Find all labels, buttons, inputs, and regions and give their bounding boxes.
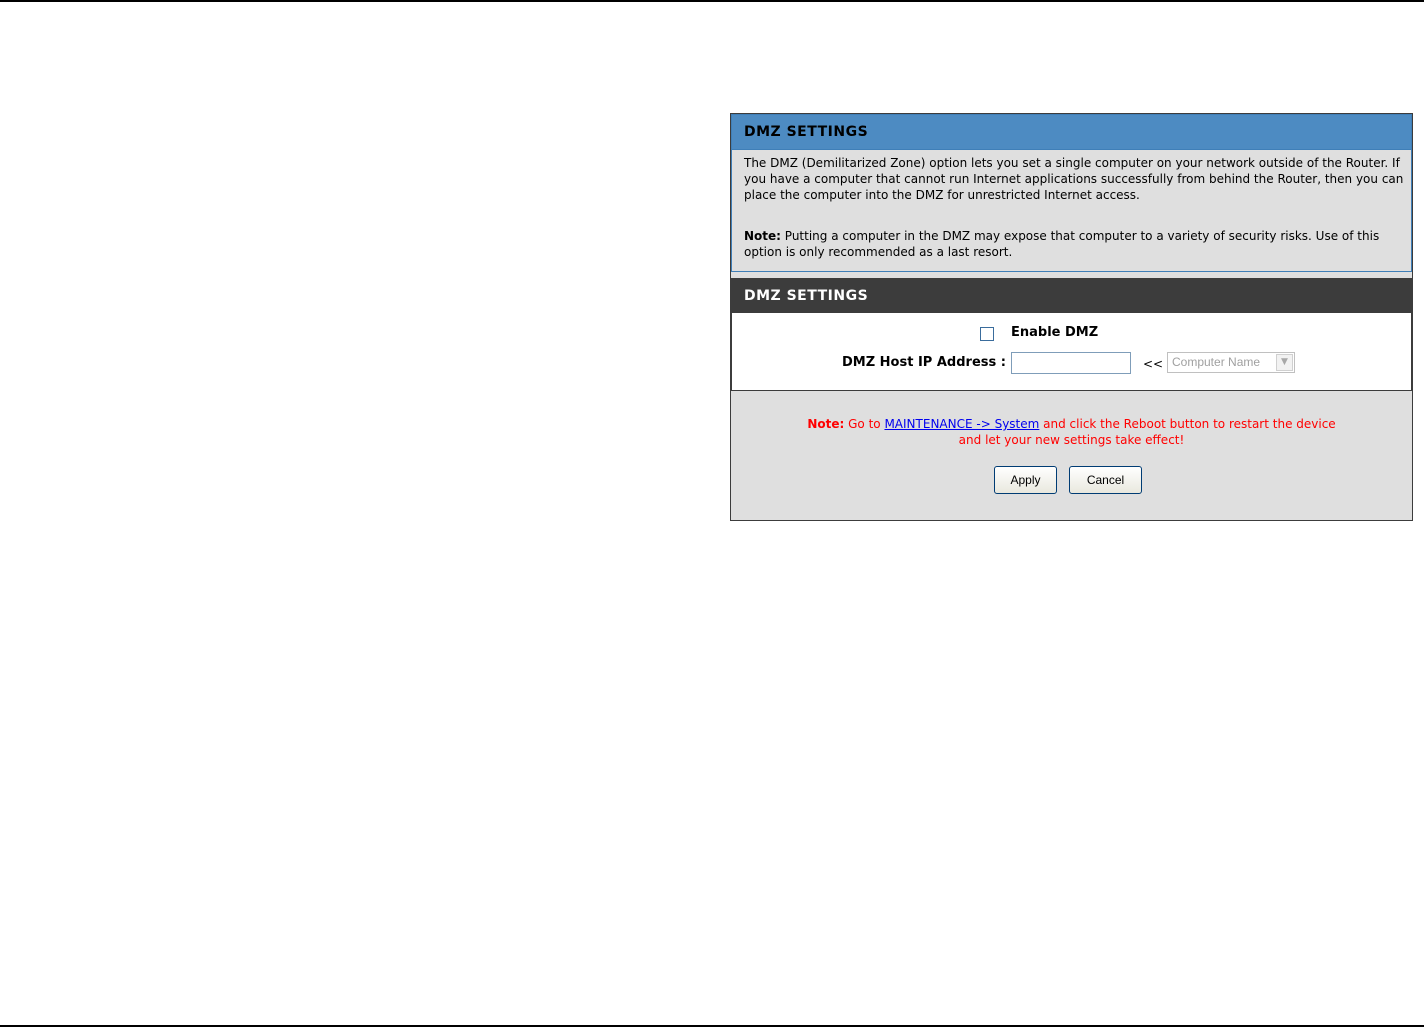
reboot-note-prefix: Go to [848, 417, 881, 431]
info-note: Note: Putting a computer in the DMZ may … [744, 228, 1404, 260]
dmz-host-ip-label: DMZ Host IP Address : [842, 355, 1006, 370]
top-rule [0, 0, 1424, 2]
computer-name-select-value: Computer Name [1172, 355, 1261, 369]
maintenance-system-link[interactable]: MAINTENANCE -> System [884, 417, 1039, 431]
enable-dmz-checkbox[interactable] [980, 327, 994, 341]
chevron-down-icon[interactable]: ▼ [1276, 354, 1293, 371]
reboot-note-suffix: and click the Reboot button to restart t… [1043, 417, 1336, 431]
enable-dmz-label: Enable DMZ [1011, 325, 1099, 340]
cancel-button[interactable]: Cancel [1069, 466, 1142, 494]
apply-button[interactable]: Apply [994, 466, 1057, 494]
info-note-text: Putting a computer in the DMZ may expose… [744, 229, 1380, 259]
form-section-title: DMZ SETTINGS [732, 279, 1411, 313]
info-description: The DMZ (Demilitarized Zone) option lets… [744, 156, 1404, 202]
info-note-label: Note: [744, 229, 781, 243]
computer-name-select[interactable]: Computer Name ▼ [1167, 352, 1295, 373]
dmz-host-ip-input[interactable] [1011, 352, 1131, 374]
reboot-note-line2: and let your new settings take effect! [958, 433, 1185, 447]
reboot-note-label: Note: [807, 417, 845, 431]
reboot-note: Note: Go to MAINTENANCE -> System and cl… [731, 416, 1412, 432]
info-section-title: DMZ SETTINGS [732, 115, 1411, 150]
copy-arrows: << [1143, 357, 1164, 371]
bottom-rule [0, 1025, 1424, 1027]
form-section: DMZ SETTINGS Enable DMZ DMZ Host IP Addr… [731, 278, 1412, 391]
dmz-settings-panel: DMZ SETTINGS The DMZ (Demilitarized Zone… [730, 113, 1413, 521]
info-section: DMZ SETTINGS The DMZ (Demilitarized Zone… [731, 114, 1412, 272]
